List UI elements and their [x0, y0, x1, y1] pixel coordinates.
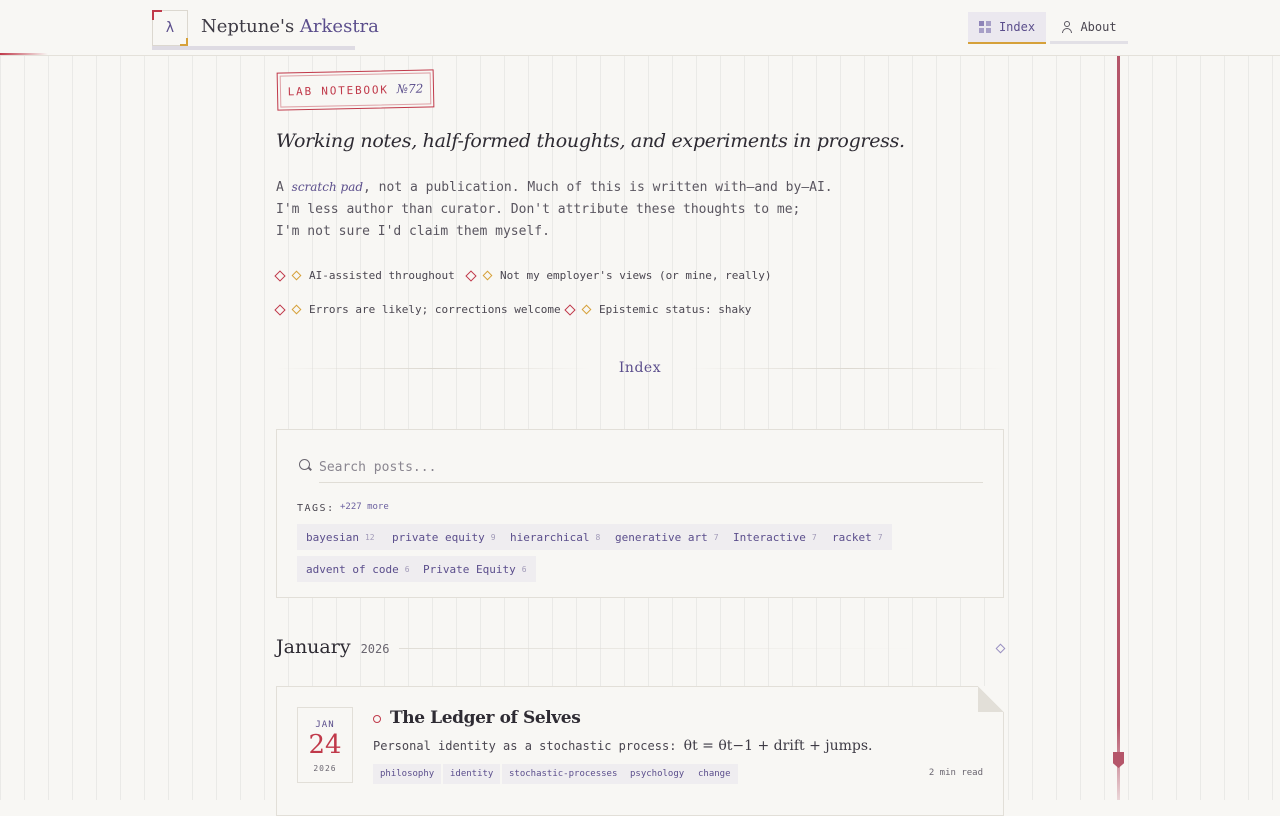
disclaimer-text: AI-assisted throughout: [309, 269, 455, 282]
gold-diamond-icon: [581, 304, 592, 315]
nav-about-label: About: [1080, 19, 1117, 34]
heading-rule-left: [276, 367, 591, 369]
tag-count: 9: [490, 532, 496, 542]
site-title-primary: Neptune's: [201, 16, 295, 37]
lab-notebook-stamp: LAB NOTEBOOK №72: [276, 69, 435, 111]
disclaimer-text: Errors are likely; corrections welcome: [309, 303, 561, 316]
tag-filter-chip[interactable]: racket 7: [823, 524, 892, 550]
gold-diamond-icon: [291, 304, 302, 315]
month-name: January: [276, 636, 351, 658]
month-year: 2026: [360, 642, 390, 656]
read-time: 2 min read: [928, 768, 983, 778]
page-headline: Working notes, half-formed thoughts, and…: [276, 130, 905, 152]
index-heading-label: Index: [618, 360, 662, 376]
tag-name: Interactive: [733, 530, 806, 544]
lambda-logo-icon: λ: [165, 20, 175, 36]
tag-filter-chip[interactable]: advent of code 6: [297, 556, 419, 582]
post-tag[interactable]: stochastic-processes: [502, 764, 625, 784]
post-card[interactable]: JAN 24 2026 The Ledger of Selves Persona…: [276, 686, 1004, 816]
index-section-heading: Index: [276, 358, 1005, 378]
tag-filter-chip[interactable]: private equity 9: [383, 524, 505, 550]
intro-line-1: A scratch pad, not a publication. Much o…: [276, 176, 876, 199]
post-date-month: JAN: [315, 720, 335, 730]
tag-name: racket: [832, 530, 872, 544]
post-tag[interactable]: philosophy: [373, 764, 442, 784]
page-fold-corner: [978, 686, 1004, 712]
tag-name: advent of code: [306, 562, 399, 576]
tag-name: hierarchical: [510, 530, 590, 544]
nav-about-link[interactable]: About: [1050, 12, 1128, 44]
red-diamond-icon: [465, 269, 477, 282]
post-excerpt-text: Personal identity as a stochastic proces…: [373, 739, 684, 753]
disclaimer-text: Not my employer's views (or mine, really…: [500, 269, 772, 282]
tag-filter-chip[interactable]: Private Equity 6: [414, 556, 536, 582]
site-title[interactable]: Neptune's Arkestra: [201, 16, 379, 37]
red-diamond-icon: [274, 269, 286, 282]
tag-count: 7: [713, 532, 719, 542]
main-content: LAB NOTEBOOK №72 Working notes, half-for…: [0, 0, 1280, 816]
site-header: λ Neptune's Arkestra Index About: [0, 0, 1280, 56]
red-diamond-icon: [274, 303, 286, 316]
tag-name: private equity: [392, 530, 485, 544]
post-excerpt-formula: θt = θt−1 + drift + jumps.: [683, 738, 873, 754]
circle-bullet-icon: [373, 715, 381, 723]
tag-name: Private Equity: [423, 562, 516, 576]
gold-diamond-icon: [291, 270, 302, 281]
heading-rule-right: [689, 367, 1005, 369]
tag-name: generative art: [615, 530, 708, 544]
nav-index-link[interactable]: Index: [968, 12, 1046, 44]
tag-filter-chip[interactable]: hierarchical 8: [501, 524, 610, 550]
disclaimer-item: Epistemic status: shaky: [564, 303, 752, 316]
site-title-accent: Arkestra: [299, 16, 379, 37]
more-tags-link[interactable]: +227 more: [340, 502, 389, 512]
tag-filter-chip[interactable]: bayesian 12: [297, 524, 384, 550]
post-title-link[interactable]: The Ledger of Selves: [390, 708, 581, 728]
post-excerpt: Personal identity as a stochastic proces…: [373, 738, 872, 754]
tag-count: 7: [811, 532, 817, 542]
nav-index-label: Index: [998, 20, 1036, 34]
post-date-year: 2026: [313, 764, 337, 773]
month-divider: [399, 648, 919, 649]
intro-line-1-rest: , not a publication. Much of this is wri…: [363, 180, 833, 195]
search-panel: TAGS: +227 more bayesian 12 private equit…: [276, 429, 1004, 598]
red-diamond-icon: [564, 303, 576, 316]
grid-icon: [978, 21, 991, 33]
site-title-underline: [152, 46, 355, 50]
disclaimer-item: AI-assisted throughout: [274, 269, 455, 282]
post-date-badge: JAN 24 2026: [297, 707, 353, 783]
post-tag[interactable]: identity: [443, 764, 501, 784]
search-input[interactable]: [319, 452, 983, 483]
search-icon: [299, 459, 310, 470]
tags-label: TAGS:: [297, 503, 335, 514]
disclaimer-item: Not my employer's views (or mine, really…: [465, 269, 772, 282]
tag-count: 6: [521, 564, 527, 574]
tag-filter-chip[interactable]: generative art 7: [606, 524, 728, 550]
person-icon: [1061, 20, 1073, 33]
month-group-heading: January 2026: [276, 636, 389, 658]
post-tag[interactable]: psychology: [623, 764, 692, 784]
diamond-icon: [995, 643, 1006, 654]
site-logo[interactable]: λ: [152, 10, 188, 46]
tag-count: 12: [364, 532, 375, 542]
intro-line-3: I'm not sure I'd claim them myself.: [276, 224, 550, 239]
tag-filter-chip[interactable]: Interactive 7: [724, 524, 826, 550]
post-tag[interactable]: change: [691, 764, 738, 784]
disclaimer-text: Epistemic status: shaky: [599, 303, 752, 316]
tag-count: 8: [595, 532, 601, 542]
gold-diamond-icon: [482, 270, 493, 281]
tag-name: bayesian: [306, 530, 359, 544]
stamp-label: LAB NOTEBOOK: [287, 82, 389, 98]
intro-line-2: I'm less author than curator. Don't attr…: [276, 202, 801, 217]
intro-paragraph: A scratch pad, not a publication. Much o…: [276, 176, 876, 243]
stamp-number: №72: [396, 81, 424, 97]
post-date-day: 24: [308, 730, 342, 760]
intro-prefix: A: [276, 180, 292, 195]
disclaimer-item: Errors are likely; corrections welcome: [274, 303, 561, 316]
scratch-pad-emphasis: scratch pad: [291, 180, 364, 194]
tag-count: 6: [404, 564, 410, 574]
tag-count: 7: [877, 532, 883, 542]
header-accent-line: [0, 53, 48, 55]
